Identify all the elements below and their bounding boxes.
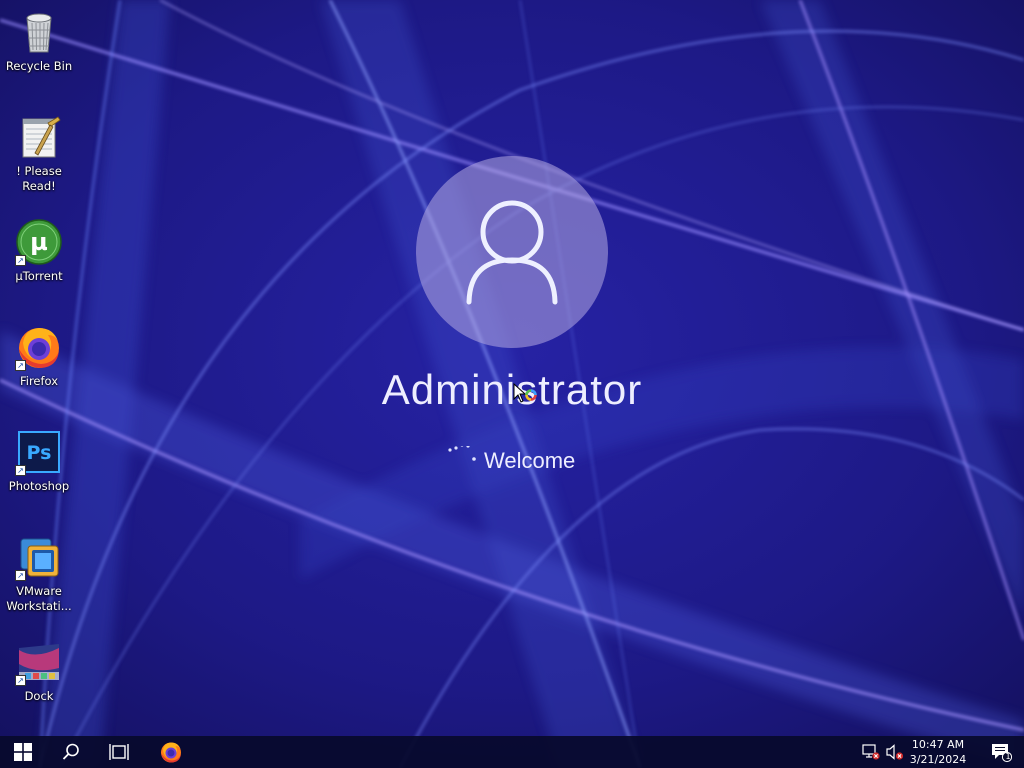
user-silhouette-icon [466, 200, 558, 305]
firefox-taskbar-button[interactable] [148, 736, 194, 768]
task-view-button[interactable] [96, 736, 142, 768]
taskbar-clock[interactable]: 10:47 AM 3/21/2024 [902, 737, 974, 767]
start-button[interactable] [0, 736, 46, 768]
sign-in-overlay: Administrator Welcome [0, 0, 1024, 768]
busy-cursor-icon [513, 383, 537, 403]
action-center-button[interactable]: 1 [978, 736, 1024, 768]
network-disconnected-icon[interactable] [862, 744, 880, 760]
status-row: Welcome [440, 446, 600, 476]
search-button[interactable] [48, 736, 94, 768]
loading-spinner-icon [448, 446, 476, 461]
user-avatar [416, 156, 608, 348]
search-icon [62, 743, 79, 760]
task-view-icon [109, 744, 129, 760]
clock-date: 3/21/2024 [909, 753, 967, 766]
notification-count-badge: 1 [1005, 752, 1011, 761]
welcome-status-text: Welcome [484, 448, 576, 473]
firefox-icon [161, 742, 181, 763]
clock-time: 10:47 AM [911, 738, 965, 751]
taskbar: 10:47 AM 3/21/2024 1 [0, 736, 1024, 768]
user-name: Administrator [381, 366, 643, 413]
windows-logo-icon [14, 743, 32, 761]
